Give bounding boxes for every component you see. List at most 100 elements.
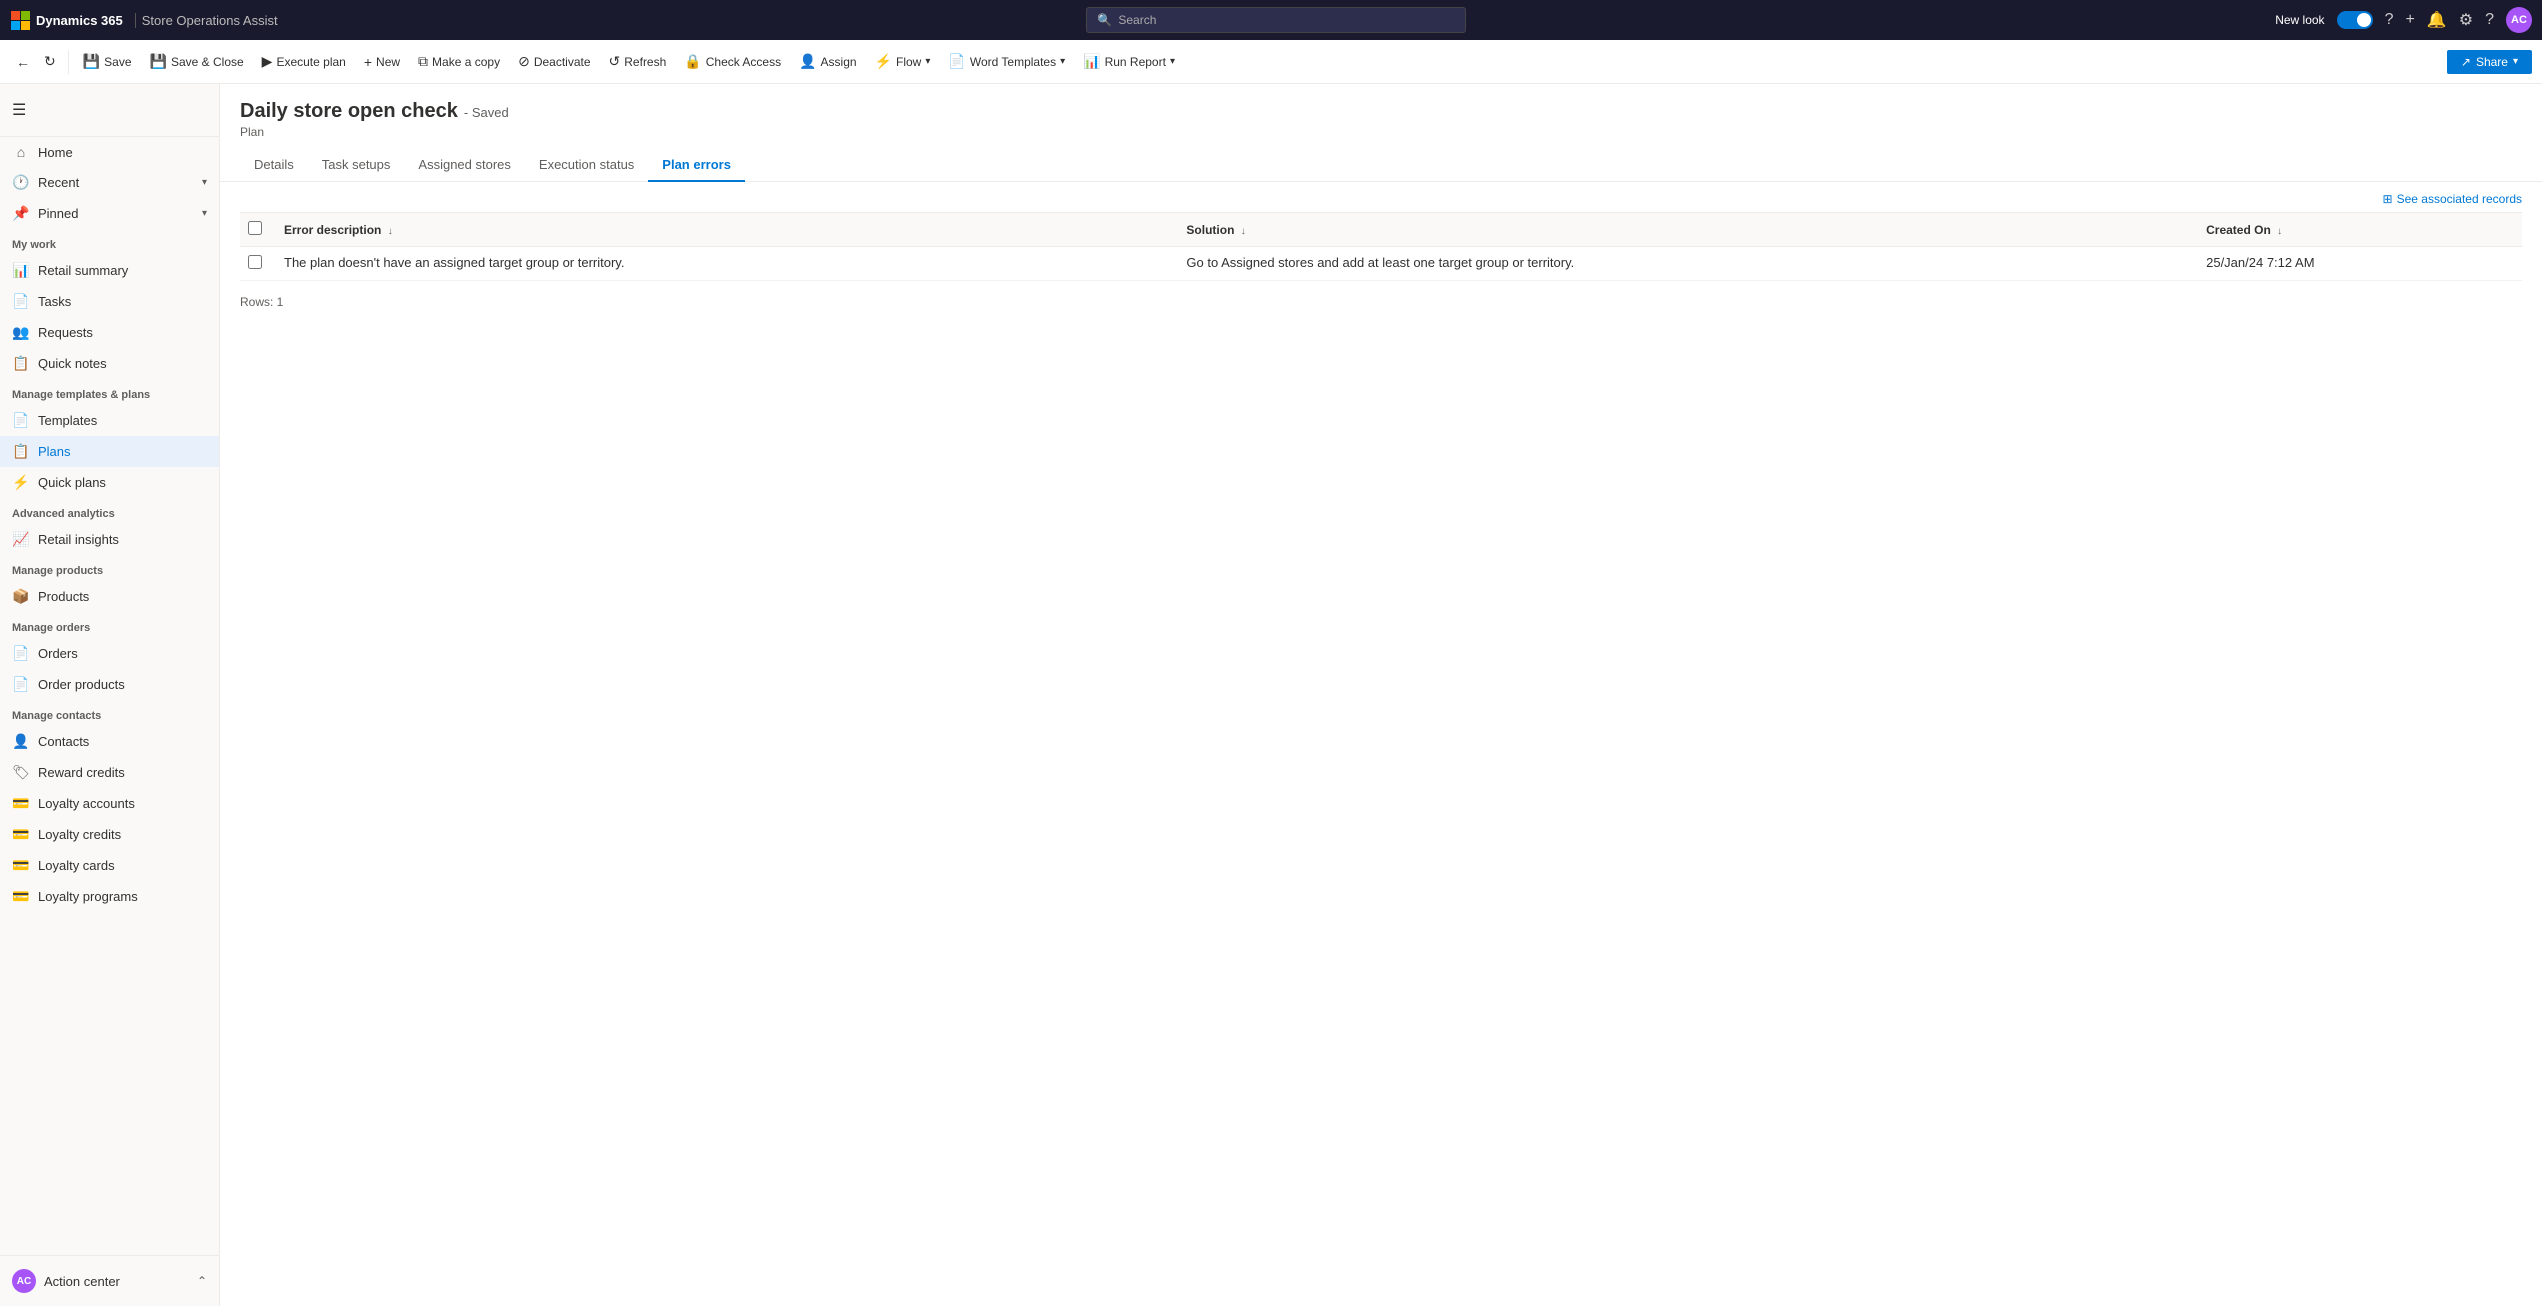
sidebar-item-contacts[interactable]: 👤 Contacts [0, 726, 219, 757]
nav-arrows: ← ↻ [10, 49, 62, 74]
templates-icon: 📄 [12, 412, 30, 429]
quick-plans-icon: ⚡ [12, 474, 30, 491]
select-all-checkbox[interactable] [248, 221, 262, 235]
action-center-avatar: AC [12, 1269, 36, 1293]
sidebar-item-recent[interactable]: 🕐 Recent ▾ [0, 167, 219, 198]
sidebar-item-retail-insights[interactable]: 📈 Retail insights [0, 524, 219, 555]
run-report-chevron: ▾ [1170, 56, 1175, 67]
tab-details[interactable]: Details [240, 149, 308, 182]
sidebar-item-plans[interactable]: 📋 Plans [0, 436, 219, 467]
contacts-icon: 👤 [12, 733, 30, 750]
pinned-chevron: ▾ [202, 208, 207, 219]
add-icon[interactable]: + [2405, 11, 2414, 29]
sidebar-item-reward-credits[interactable]: 🏷 Reward credits [0, 757, 219, 788]
question-icon[interactable]: ? [2485, 11, 2494, 29]
requests-icon: 👥 [12, 324, 30, 341]
sidebar-item-home[interactable]: ⌂ Home [0, 137, 219, 167]
errors-table: Error description ↓ Solution ↓ Created O… [240, 212, 2522, 281]
sidebar-item-pinned[interactable]: 📌 Pinned ▾ [0, 198, 219, 229]
copy-icon: ⧉ [418, 53, 428, 70]
run-report-icon: 📊 [1083, 53, 1100, 70]
table-header-row: Error description ↓ Solution ↓ Created O… [240, 213, 2522, 247]
row-checkbox-col [240, 247, 272, 281]
make-copy-button[interactable]: ⧉ Make a copy [410, 49, 508, 74]
orders-icon: 📄 [12, 645, 30, 662]
app-logo[interactable]: Dynamics 365 [10, 10, 123, 30]
products-icon: 📦 [12, 588, 30, 605]
new-button[interactable]: + New [356, 50, 408, 74]
share-button[interactable]: ↗ Share ▾ [2447, 50, 2532, 74]
sidebar-item-loyalty-cards[interactable]: 💳 Loyalty cards [0, 850, 219, 881]
sidebar-item-products[interactable]: 📦 Products [0, 581, 219, 612]
action-center-chevron: ⌃ [197, 1274, 207, 1288]
notifications-icon[interactable]: 🔔 [2427, 10, 2447, 30]
tab-execution-status[interactable]: Execution status [525, 149, 648, 182]
rows-count: Rows: 1 [240, 291, 2522, 313]
sidebar-item-loyalty-programs[interactable]: 💳 Loyalty programs [0, 881, 219, 912]
page-header: Daily store open check - Saved Plan [220, 84, 2542, 139]
flow-icon: ⚡ [875, 53, 892, 70]
table-toolbar: ⊞ See associated records [240, 182, 2522, 212]
deactivate-button[interactable]: ⊘ Deactivate [510, 49, 598, 74]
sidebar-item-order-products[interactable]: 📄 Order products [0, 669, 219, 700]
back-button[interactable]: ← [10, 50, 36, 74]
page-type: Plan [240, 125, 2522, 139]
action-center-button[interactable]: AC Action center ⌃ [0, 1262, 219, 1300]
action-center-label: Action center [44, 1274, 120, 1289]
sidebar-item-requests[interactable]: 👥 Requests [0, 317, 219, 348]
sidebar-bottom: AC Action center ⌃ [0, 1255, 219, 1306]
assign-button[interactable]: 👤 Assign [791, 49, 864, 74]
settings-icon[interactable]: ⚙ [2459, 10, 2473, 30]
check-access-button[interactable]: 🔒 Check Access [676, 49, 789, 74]
hamburger-button[interactable]: ☰ [0, 92, 219, 128]
sidebar-item-loyalty-credits[interactable]: 💳 Loyalty credits [0, 819, 219, 850]
check-access-icon: 🔒 [684, 53, 701, 70]
sidebar-item-retail-summary[interactable]: 📊 Retail summary [0, 255, 219, 286]
header-solution[interactable]: Solution ↓ [1174, 213, 2194, 247]
page-title-row: Daily store open check - Saved [240, 100, 2522, 123]
sidebar-item-quick-plans[interactable]: ⚡ Quick plans [0, 467, 219, 498]
search-bar[interactable]: 🔍 Search [1086, 7, 1466, 33]
save-close-button[interactable]: 💾 Save & Close [142, 49, 252, 74]
execute-icon: ▶ [262, 53, 273, 70]
sidebar-item-tasks[interactable]: 📄 Tasks [0, 286, 219, 317]
sidebar-item-templates[interactable]: 📄 Templates [0, 405, 219, 436]
flow-button[interactable]: ⚡ Flow ▾ [867, 49, 939, 74]
tab-task-setups[interactable]: Task setups [308, 149, 405, 182]
loyalty-programs-icon: 💳 [12, 888, 30, 905]
help-icon[interactable]: ? [2385, 11, 2394, 29]
tasks-icon: 📄 [12, 293, 30, 310]
tab-plan-errors[interactable]: Plan errors [648, 149, 745, 182]
sidebar-item-quick-notes[interactable]: 📋 Quick notes [0, 348, 219, 379]
see-associated-button[interactable]: ⊞ See associated records [2383, 192, 2522, 206]
tab-assigned-stores[interactable]: Assigned stores [404, 149, 525, 182]
order-products-icon: 📄 [12, 676, 30, 693]
see-associated-icon: ⊞ [2383, 192, 2393, 206]
forward-button[interactable]: ↻ [38, 49, 62, 74]
header-created-on[interactable]: Created On ↓ [2194, 213, 2522, 247]
home-icon: ⌂ [12, 144, 30, 160]
row-checkbox[interactable] [248, 255, 262, 269]
sidebar-item-orders[interactable]: 📄 Orders [0, 638, 219, 669]
app-name: Store Operations Assist [135, 13, 278, 28]
loyalty-cards-icon: 💳 [12, 857, 30, 874]
sidebar-item-loyalty-accounts[interactable]: 💳 Loyalty accounts [0, 788, 219, 819]
header-error-description[interactable]: Error description ↓ [272, 213, 1174, 247]
refresh-button[interactable]: ↺ Refresh [601, 49, 675, 74]
main-layout: ☰ ⌂ Home 🕐 Recent ▾ 📌 Pinned ▾ My work 📊… [0, 84, 2542, 1306]
run-report-button[interactable]: 📊 Run Report ▾ [1075, 49, 1183, 74]
table-row: The plan doesn't have an assigned target… [240, 247, 2522, 281]
cell-error-description: The plan doesn't have an assigned target… [272, 247, 1174, 281]
new-look-toggle[interactable] [2337, 11, 2373, 29]
save-button[interactable]: 💾 Save [75, 49, 140, 74]
share-chevron: ▾ [2513, 56, 2518, 67]
execute-plan-button[interactable]: ▶ Execute plan [254, 49, 354, 74]
dynamics-label: Dynamics 365 [36, 13, 123, 28]
user-avatar[interactable]: AC [2506, 7, 2532, 33]
sidebar-top: ☰ [0, 84, 219, 137]
word-templates-button[interactable]: 📄 Word Templates ▾ [940, 49, 1073, 74]
my-work-section-label: My work [0, 229, 219, 255]
topbar-right: New look ? + 🔔 ⚙ ? AC [2275, 7, 2532, 33]
plans-icon: 📋 [12, 443, 30, 460]
header-checkbox-col [240, 213, 272, 247]
